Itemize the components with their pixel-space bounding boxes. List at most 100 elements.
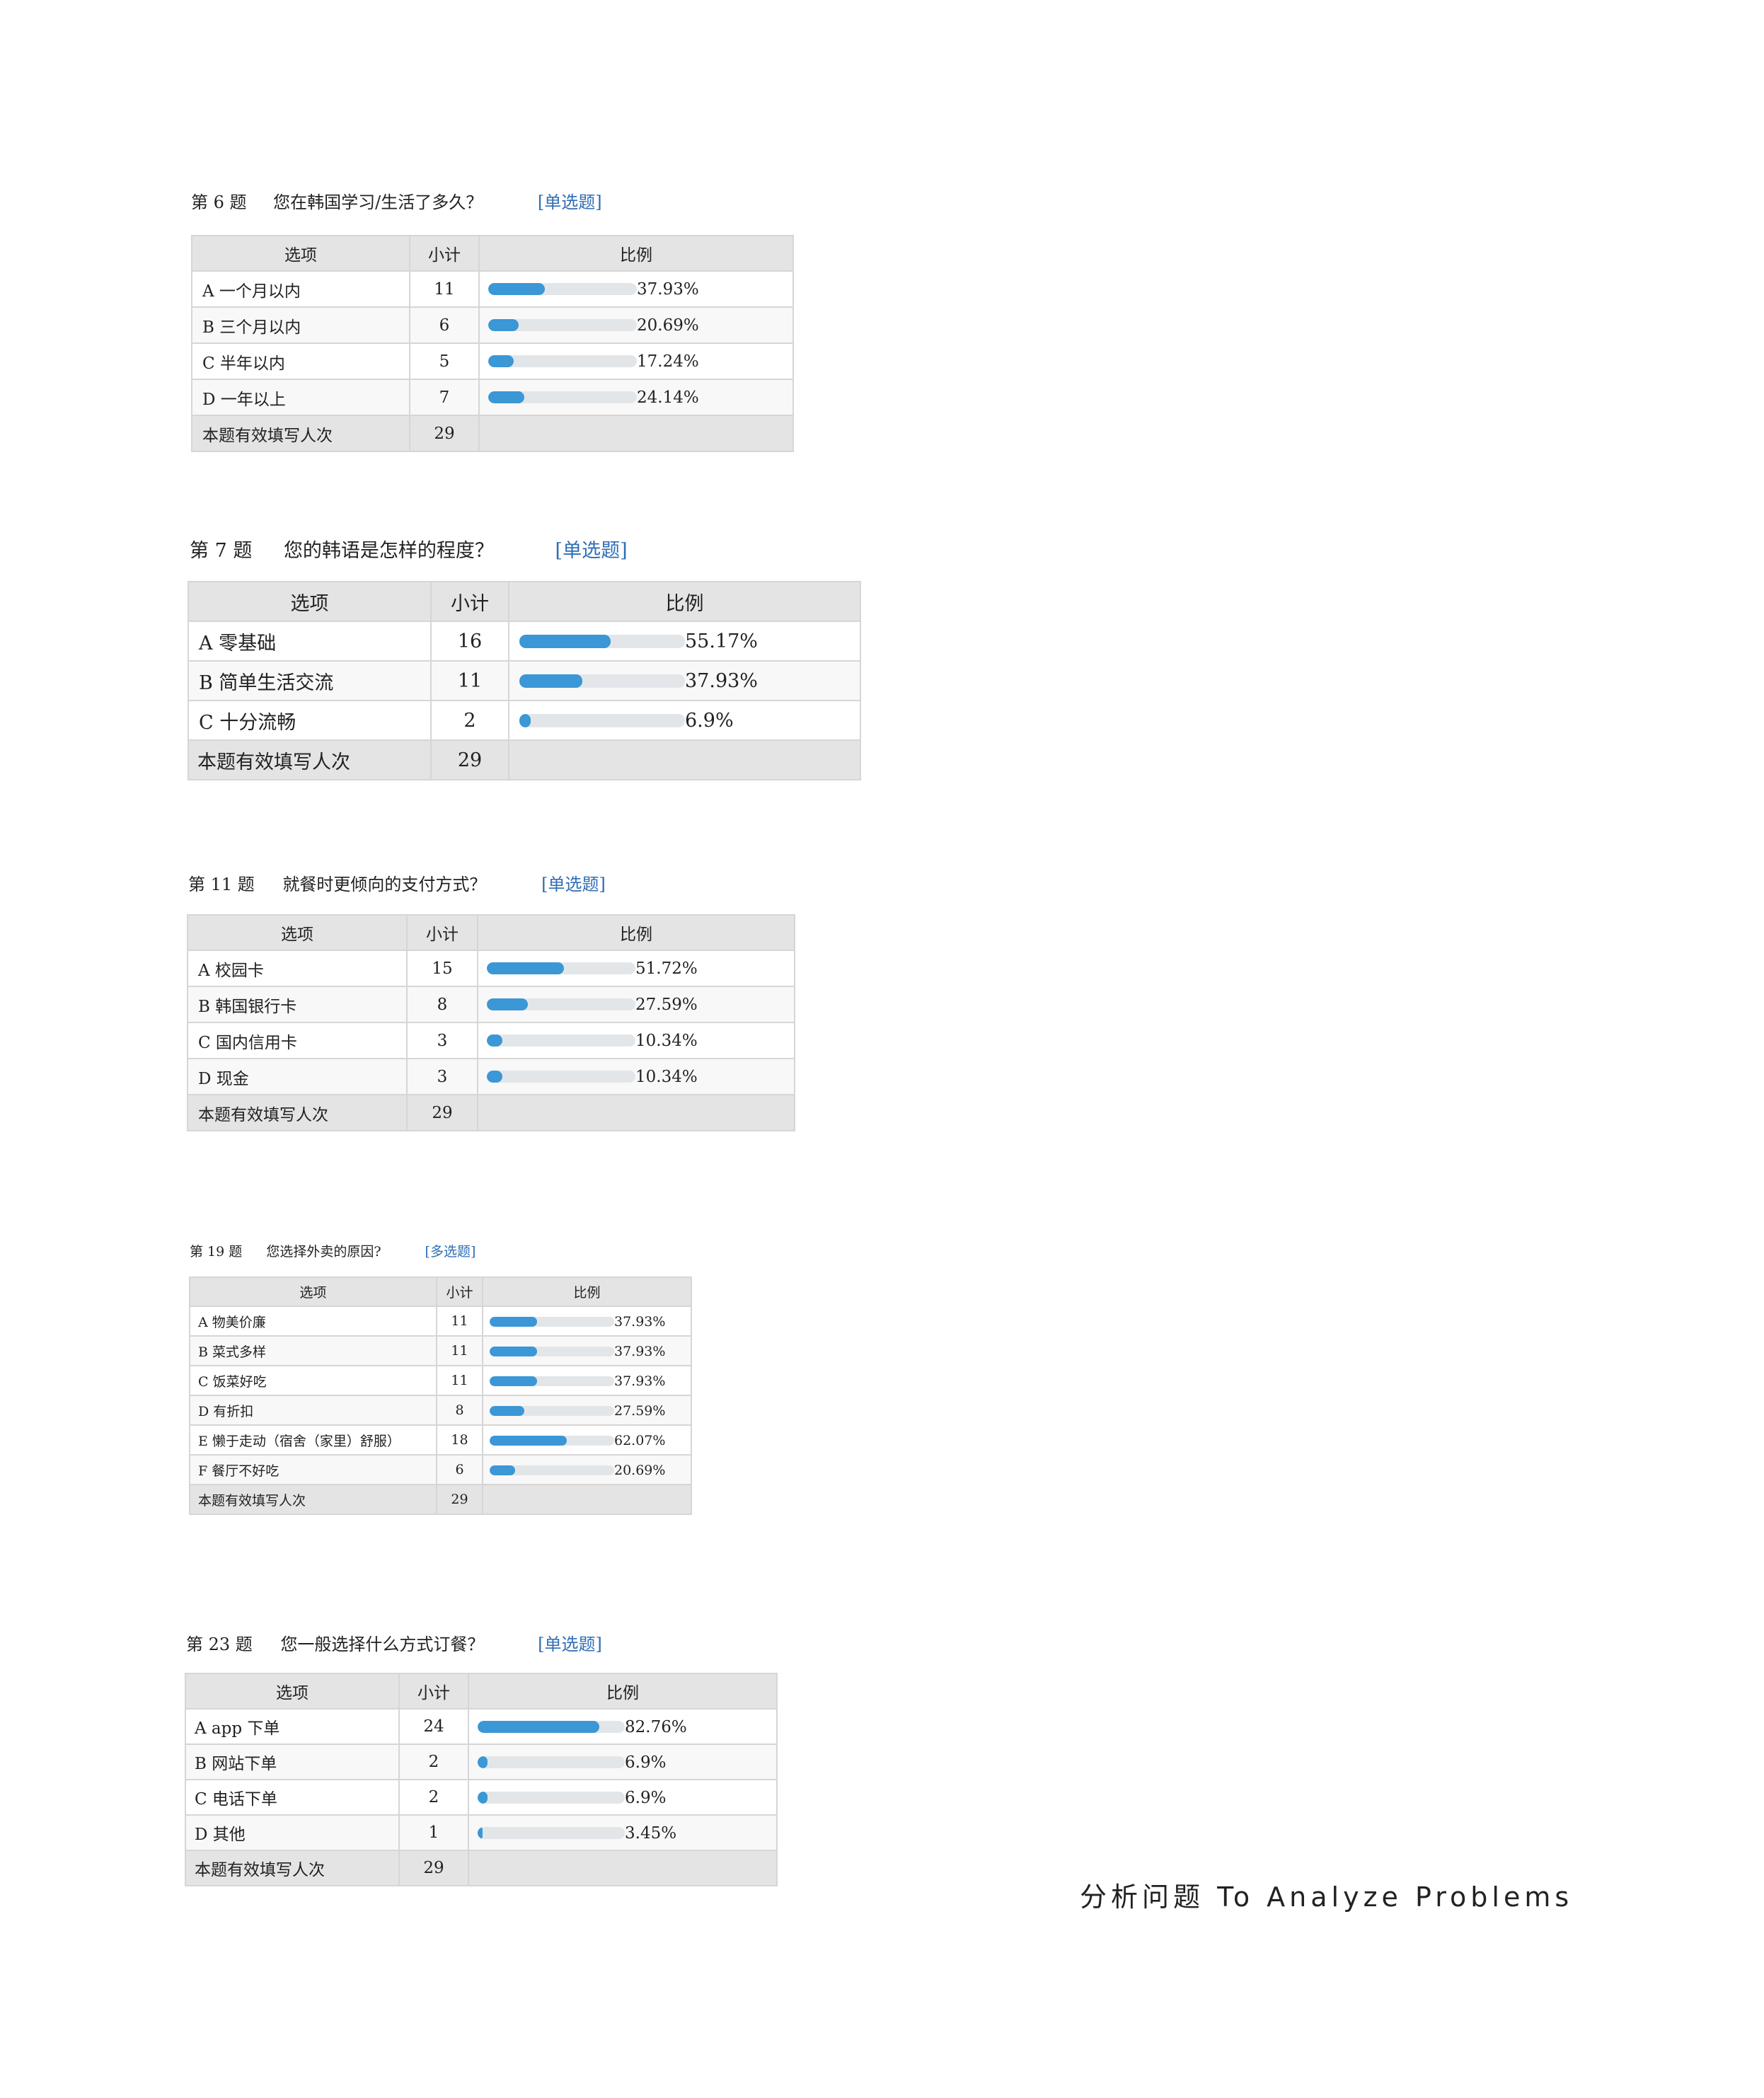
progress-bar bbox=[478, 1756, 625, 1768]
percent-label: 24.14% bbox=[637, 388, 699, 407]
header-ratio: 比例 bbox=[508, 581, 861, 622]
total-row: 本题有效填写人次 29 bbox=[185, 1850, 778, 1886]
progress-bar-fill bbox=[487, 1034, 502, 1047]
option-label: D 一年以上 bbox=[191, 379, 410, 416]
question-text: 您在韩国学习/生活了多久？ bbox=[273, 192, 483, 212]
option-label: B 菜式多样 bbox=[189, 1335, 437, 1366]
table-row: D 一年以上 7 24.14% bbox=[191, 379, 794, 416]
option-label: D 有折扣 bbox=[189, 1395, 437, 1426]
option-count: 18 bbox=[436, 1424, 483, 1456]
table-row: A 物美价廉 11 37.93% bbox=[189, 1306, 692, 1337]
progress-bar bbox=[478, 1721, 625, 1733]
option-label: D 其他 bbox=[185, 1814, 400, 1851]
total-count: 29 bbox=[398, 1850, 469, 1886]
ratio-cell: 20.69% bbox=[478, 306, 794, 344]
header-option: 选项 bbox=[191, 235, 410, 272]
option-label: A app 下单 bbox=[185, 1708, 400, 1745]
section-footer-title: 分析问题 To Analyze Problems bbox=[1080, 1881, 1574, 1913]
header-option: 选项 bbox=[188, 581, 432, 622]
ratio-cell: 6.9% bbox=[468, 1743, 778, 1780]
progress-bar bbox=[490, 1376, 614, 1386]
progress-bar bbox=[487, 998, 635, 1010]
question-number: 第 7 题 bbox=[190, 540, 253, 562]
ratio-cell: 55.17% bbox=[508, 621, 861, 662]
progress-bar bbox=[487, 962, 635, 974]
percent-label: 3.45% bbox=[625, 1824, 677, 1843]
question-text: 就餐时更倾向的支付方式？ bbox=[282, 875, 487, 894]
header-option: 选项 bbox=[187, 914, 408, 951]
table-row: F 餐厅不好吃 6 20.69% bbox=[189, 1454, 692, 1485]
header-ratio: 比例 bbox=[477, 914, 795, 951]
total-count: 29 bbox=[409, 415, 480, 452]
ratio-cell: 37.93% bbox=[482, 1335, 692, 1366]
table-row: B 三个月以内 6 20.69% bbox=[191, 306, 794, 344]
progress-bar bbox=[490, 1317, 614, 1327]
table-row: B 简单生活交流 11 37.93% bbox=[188, 660, 861, 701]
question-type: [单选题] bbox=[537, 192, 602, 212]
question-type: [单选题] bbox=[555, 540, 628, 562]
table-row: B 韩国银行卡 8 27.59% bbox=[187, 986, 795, 1023]
header-count: 小计 bbox=[430, 581, 509, 622]
question-number: 第 6 题 bbox=[191, 192, 247, 212]
progress-bar-fill bbox=[490, 1436, 567, 1446]
percent-label: 55.17% bbox=[685, 630, 758, 652]
ratio-cell: 37.93% bbox=[482, 1365, 692, 1396]
total-empty-cell bbox=[468, 1850, 778, 1886]
percent-label: 10.34% bbox=[635, 1032, 698, 1050]
total-label: 本题有效填写人次 bbox=[191, 415, 410, 452]
percent-label: 37.93% bbox=[614, 1373, 666, 1389]
table-row: D 现金 3 10.34% bbox=[187, 1058, 795, 1095]
table-row: D 其他 1 3.45% bbox=[185, 1814, 778, 1851]
option-label: A 物美价廉 bbox=[189, 1306, 437, 1337]
progress-bar bbox=[487, 1034, 635, 1047]
table-row: C 国内信用卡 3 10.34% bbox=[187, 1022, 795, 1059]
table-row: A 一个月以内 11 37.93% bbox=[191, 270, 794, 308]
progress-bar bbox=[490, 1347, 614, 1356]
percent-label: 82.76% bbox=[625, 1718, 687, 1736]
total-count: 29 bbox=[406, 1094, 478, 1131]
stats-table: 选项 小计 比例 A 一个月以内 11 37.93% B 三个月以内 6 20.… bbox=[191, 235, 794, 452]
table-row: C 十分流畅 2 6.9% bbox=[188, 700, 861, 741]
progress-bar bbox=[488, 319, 637, 331]
progress-bar bbox=[490, 1406, 614, 1416]
percent-label: 20.69% bbox=[637, 316, 699, 335]
progress-bar-fill bbox=[490, 1376, 537, 1386]
total-empty-cell bbox=[477, 1094, 795, 1131]
progress-bar-fill bbox=[490, 1406, 524, 1416]
progress-bar bbox=[519, 635, 685, 648]
header-ratio: 比例 bbox=[478, 235, 794, 272]
question-number: 第 23 题 bbox=[186, 1635, 253, 1654]
question-header: 第 23 题 您一般选择什么方式订餐？ [单选题] bbox=[186, 1630, 602, 1655]
progress-bar bbox=[478, 1792, 625, 1804]
question-type: [多选题] bbox=[425, 1244, 476, 1260]
question-type: [单选题] bbox=[538, 1635, 602, 1654]
progress-bar-fill bbox=[490, 1317, 537, 1327]
option-label: F 餐厅不好吃 bbox=[189, 1454, 437, 1485]
percent-label: 37.93% bbox=[614, 1344, 666, 1359]
ratio-cell: 37.93% bbox=[482, 1306, 692, 1337]
header-count: 小计 bbox=[409, 235, 480, 272]
stats-table: 选项 小计 比例 A 物美价廉 11 37.93% B 菜式多样 11 37.9… bbox=[189, 1276, 692, 1515]
option-label: C 国内信用卡 bbox=[187, 1022, 408, 1059]
question-header: 第 6 题 您在韩国学习/生活了多久？ [单选题] bbox=[191, 188, 602, 213]
total-count: 29 bbox=[436, 1484, 483, 1515]
progress-bar bbox=[519, 674, 685, 688]
option-label: C 半年以内 bbox=[191, 342, 410, 380]
question-header: 第 19 题 您选择外卖的原因? [多选题] bbox=[190, 1241, 475, 1260]
ratio-cell: 51.72% bbox=[477, 950, 795, 987]
option-label: A 校园卡 bbox=[187, 950, 408, 987]
percent-label: 27.59% bbox=[635, 996, 698, 1014]
question-number: 第 11 题 bbox=[188, 875, 255, 894]
total-row: 本题有效填写人次 29 bbox=[191, 415, 794, 452]
option-count: 11 bbox=[436, 1335, 483, 1366]
ratio-cell: 24.14% bbox=[478, 379, 794, 416]
option-label: B 简单生活交流 bbox=[188, 660, 432, 701]
header-option: 选项 bbox=[189, 1276, 437, 1307]
ratio-cell: 27.59% bbox=[477, 986, 795, 1023]
total-label: 本题有效填写人次 bbox=[188, 739, 432, 780]
option-label: A 一个月以内 bbox=[191, 270, 410, 308]
table-row: B 菜式多样 11 37.93% bbox=[189, 1335, 692, 1366]
percent-label: 17.24% bbox=[637, 352, 699, 371]
progress-bar-fill bbox=[490, 1465, 516, 1475]
total-row: 本题有效填写人次 29 bbox=[188, 739, 861, 780]
